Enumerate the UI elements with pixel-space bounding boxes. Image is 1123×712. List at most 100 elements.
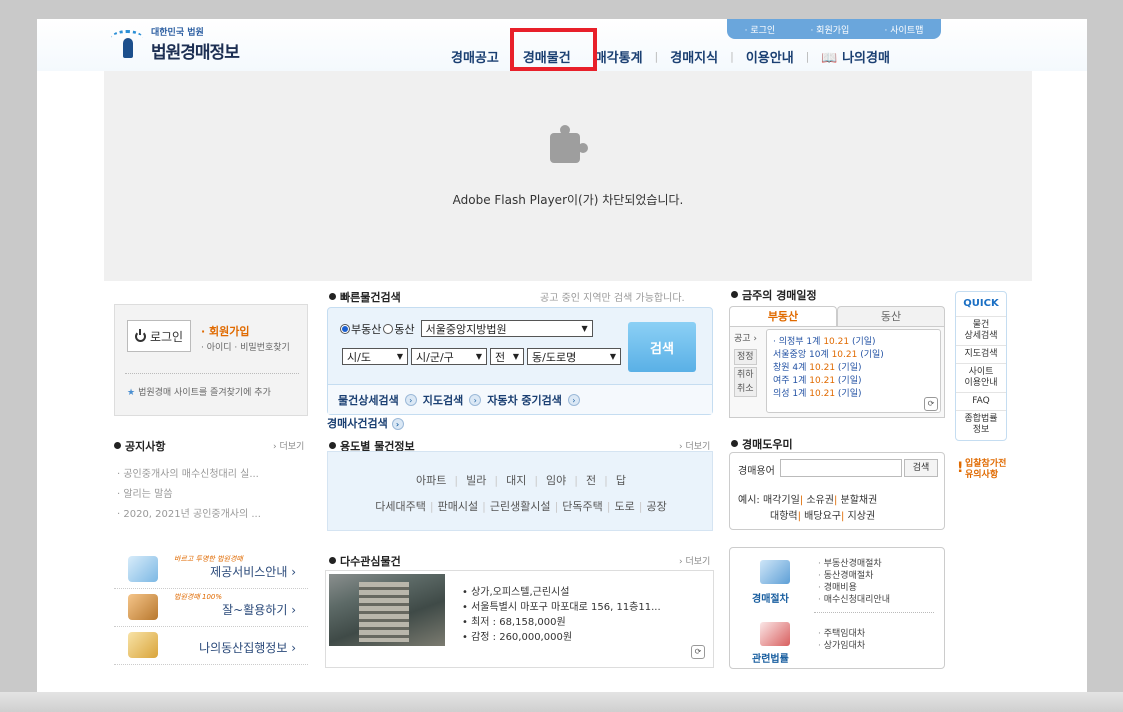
sido-select[interactable]: 시/도 ▼ <box>342 348 408 365</box>
schedule-kind: (기일) <box>849 337 876 347</box>
top-link-join[interactable]: · 회원가입 <box>810 23 849 36</box>
tab-movables[interactable]: 동산 <box>837 306 945 326</box>
filter-withdraw-label: 취하 <box>737 370 754 380</box>
helper-panel: 경매용어 검색 예시: 매각기일| 소유권| 분할채권 대항력| 배당요구| 지… <box>729 452 945 530</box>
vehicle-search-link[interactable]: 자동차 중기검색 <box>487 392 562 408</box>
filter-notice[interactable]: 공고 › <box>734 331 757 349</box>
filter-correction[interactable]: 정정 <box>734 349 757 365</box>
quick-map-search[interactable]: 지도검색 <box>956 345 1006 363</box>
court-logo-icon <box>109 28 147 60</box>
usage-item-neighborhood[interactable]: 근린생활시설 <box>490 498 551 514</box>
procedure-caption[interactable]: 경매절차 <box>752 590 789 605</box>
example-term[interactable]: 대항력 <box>770 511 798 522</box>
radio-real-estate[interactable] <box>340 323 350 334</box>
map-search-link[interactable]: 지도검색 <box>423 392 463 408</box>
refresh-icon[interactable]: ⟳ <box>691 645 705 659</box>
quick-search-button[interactable]: 검색 <box>628 322 696 372</box>
top-link-sitemap[interactable]: · 사이트맵 <box>885 23 924 36</box>
usage-item-field[interactable]: 전 <box>586 472 596 488</box>
list-item[interactable]: 서울중앙 10계 10.21 (기일) <box>773 347 934 360</box>
term-search-input[interactable] <box>780 459 902 477</box>
find-id-link[interactable]: · 아이디 · 비밀번호찾기 <box>201 340 290 353</box>
court-select[interactable]: 서울중앙지방법원 ▼ <box>420 320 593 337</box>
case-search-link[interactable]: 경매사건검색 › <box>327 415 404 431</box>
promo-utilize[interactable]: 법원경매 100% 잘~활용하기 › <box>114 589 308 627</box>
list-item[interactable]: · 2020, 2021년 공인중개사의 ... <box>117 505 317 525</box>
example-term[interactable]: 분할채권 <box>841 495 878 506</box>
usage-item-forest[interactable]: 임야 <box>546 472 566 488</box>
list-item[interactable]: 상가임대차 <box>818 638 865 651</box>
list-item[interactable]: · 공인중개사의 매수신청대리 실... <box>117 465 317 485</box>
notice-more-link[interactable]: › 더보기 <box>273 439 304 452</box>
top-link-login[interactable]: · 로그인 <box>745 23 776 36</box>
usage-item-land[interactable]: 대지 <box>506 472 526 488</box>
example-term[interactable]: 소유권 <box>806 495 834 506</box>
promo-my-movables[interactable]: 나의동산집행정보 › <box>114 627 308 665</box>
list-item[interactable]: 경매비용 <box>818 580 890 593</box>
detail-search-link[interactable]: 물건상세검색 <box>338 392 399 408</box>
usage-item-paddy[interactable]: 답 <box>616 472 626 488</box>
procedure-panel: 경매절차 부동산경매절차 동산경매절차 경매비용 매수신청대리안내 관련법률 주… <box>729 547 945 669</box>
example-term[interactable]: 매각기일 <box>763 495 800 506</box>
schedule-date: 10.21 <box>809 376 836 386</box>
schedule-date: 10.21 <box>831 350 858 360</box>
list-item[interactable]: · 의정부 1계 10.21 (기일) <box>773 334 934 347</box>
nav-my-auction[interactable]: 📖 나의경매 <box>809 47 902 66</box>
usage-item-multi-household[interactable]: 다세대주택 <box>375 498 426 514</box>
browser-bottom-edge <box>0 692 1123 712</box>
promo-service-guide[interactable]: 바르고 투명한 법원경매 제공서비스안내 › <box>114 551 308 589</box>
quick-detail-search[interactable]: 물건 상세검색 <box>956 316 1006 345</box>
login-button[interactable]: 로그인 <box>127 320 191 352</box>
usage-item-factory[interactable]: 공장 <box>646 498 666 514</box>
nav-my-auction-label: 나의경매 <box>842 51 890 66</box>
list-item[interactable]: · 알리는 말씀 <box>117 485 317 505</box>
nav-auction-knowledge[interactable]: 경매지식 <box>658 47 730 66</box>
quick-faq[interactable]: FAQ <box>956 392 1006 410</box>
term-search-button[interactable]: 검색 <box>904 459 938 477</box>
usage-item-retail[interactable]: 판매시설 <box>438 498 478 514</box>
dong-select[interactable]: 동/도로명 ▼ <box>527 348 621 365</box>
add-favorite-link[interactable]: ★ 법원경매 사이트를 즐겨찾기에 추가 <box>127 385 271 398</box>
top-links: · 로그인 · 회원가입 · 사이트맵 <box>727 19 941 39</box>
quick-legal-info[interactable]: 종합법률 정보 <box>956 410 1006 439</box>
type-select[interactable]: 전 ▼ <box>490 348 524 365</box>
procedure-list: 부동산경매절차 동산경매절차 경매비용 매수신청대리안내 <box>818 556 890 605</box>
nav-usage-guide[interactable]: 이용안내 <box>734 47 806 66</box>
list-item[interactable]: 의성 1계 10.21 (기일) <box>773 386 934 399</box>
schedule-date: 10.21 <box>823 337 850 347</box>
nav-auction-notice[interactable]: 경매공고 <box>439 47 511 66</box>
popular-item-card[interactable]: 상가,오피스텔,근린시설 서울특별시 마포구 마포대로 156, 11층11..… <box>325 570 714 668</box>
list-item[interactable]: 주택임대차 <box>818 626 865 639</box>
bid-caution-link[interactable]: ! 입찰참가전 유의사항 <box>957 459 1017 481</box>
list-item[interactable]: 여주 1계 10.21 (기일) <box>773 373 934 386</box>
property-photo[interactable] <box>329 574 445 646</box>
example-term[interactable]: 지상권 <box>848 511 876 522</box>
list-item[interactable]: 동산경매절차 <box>818 568 890 581</box>
law-caption[interactable]: 관련법률 <box>752 650 789 665</box>
tab-real-estate[interactable]: 부동산 <box>729 306 837 326</box>
usage-item-villa[interactable]: 빌라 <box>466 472 486 488</box>
quick-site-guide[interactable]: 사이트 이용안내 <box>956 363 1006 392</box>
dong-select-value: 동/도로명 <box>532 350 577 364</box>
usage-item-road[interactable]: 도로 <box>614 498 634 514</box>
example-term[interactable]: 배당요구 <box>804 511 841 522</box>
radio-movables[interactable] <box>383 323 394 334</box>
list-item[interactable]: 부동산경매절차 <box>818 556 890 569</box>
browser-page: 대한민국 법원 법원경매정보 · 로그인 · 회원가입 · 사이트맵 경매공고 … <box>37 19 1087 692</box>
sigungu-select[interactable]: 시/군/구 ▼ <box>411 348 487 365</box>
promo-banners: 바르고 투명한 법원경매 제공서비스안내 › 법원경매 100% 잘~활용하기 … <box>114 551 308 669</box>
filter-withdraw[interactable]: 취하 취소 <box>734 367 757 397</box>
chevron-down-icon: ▼ <box>475 352 482 361</box>
popular-more-link[interactable]: › 더보기 <box>679 554 710 567</box>
join-link[interactable]: · 회원가입 <box>201 323 250 339</box>
flash-blocked-area[interactable]: Adobe Flash Player이(가) 차단되었습니다. <box>104 71 1032 281</box>
chevron-down-icon: ▼ <box>581 324 588 333</box>
usage-item-apartment[interactable]: 아파트 <box>416 472 446 488</box>
chevron-down-icon: ▼ <box>512 352 519 361</box>
usage-item-detached[interactable]: 단독주택 <box>562 498 602 514</box>
site-logo[interactable]: 대한민국 법원 법원경매정보 <box>109 25 240 63</box>
list-item[interactable]: 매수신청대리안내 <box>818 592 890 605</box>
list-item[interactable]: 창원 4계 10.21 (기일) <box>773 360 934 373</box>
refresh-icon[interactable]: ⟳ <box>924 397 938 411</box>
radio-real-estate-label: 부동산 <box>351 322 382 336</box>
